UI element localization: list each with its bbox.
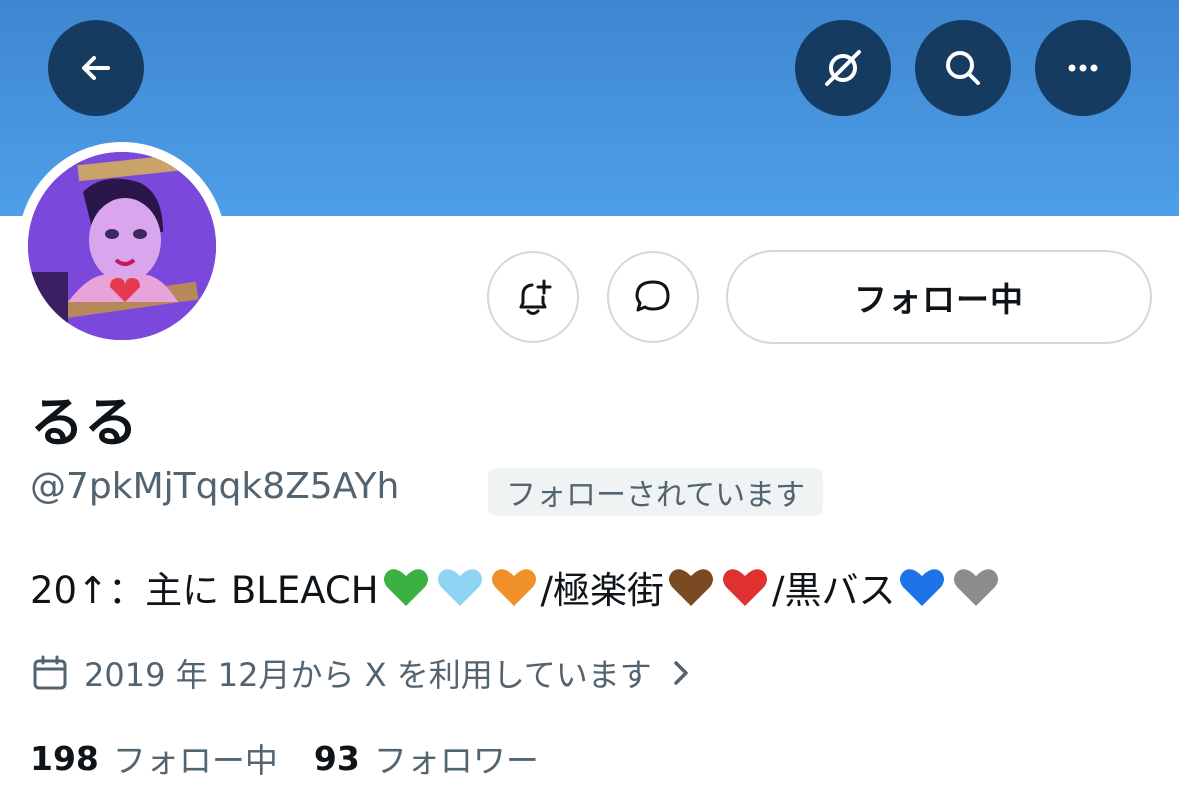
avatar-image (28, 152, 216, 340)
followers-stat[interactable]: 93 フォロワー (314, 734, 539, 782)
green-heart-icon (381, 562, 431, 612)
notify-button[interactable] (487, 251, 579, 343)
message-button[interactable] (607, 251, 699, 343)
search-icon (946, 51, 980, 85)
followers-count: 93 (313, 738, 360, 778)
bio-text-prefix: 20↑：主に BLEACH (30, 569, 379, 612)
avatar[interactable] (28, 152, 216, 340)
bio-text-mid-2: /黒バス (772, 569, 896, 612)
bio-text-mid-1: /極楽街 (540, 569, 665, 612)
blue-heart-icon (897, 562, 947, 612)
calendar-icon (33, 655, 67, 690)
orange-heart-icon (489, 562, 539, 612)
light-blue-heart-icon (435, 562, 485, 612)
display-name: るる (30, 391, 138, 454)
following-button[interactable]: フォロー中 (726, 250, 1152, 344)
more-button[interactable] (1035, 20, 1131, 116)
user-handle: @7pkMjTqqk8Z5AYh (30, 466, 400, 507)
grok-icon (825, 50, 861, 86)
red-heart-icon (720, 562, 770, 612)
profile-bio: 20↑：主に BLEACH /極楽街 /黒バス (30, 560, 1003, 614)
chevron-right-icon (674, 661, 688, 685)
following-count: 198 (30, 738, 99, 778)
back-button[interactable] (48, 20, 144, 116)
more-icon (1068, 64, 1098, 72)
following-stat[interactable]: 198 フォロー中 (30, 734, 278, 782)
joined-date-link[interactable]: 2019 年 12月から X を利用しています (30, 650, 696, 696)
follows-you-badge: フォローされています (488, 468, 824, 516)
search-button[interactable] (915, 20, 1011, 116)
follow-stats: 198 フォロー中 93 フォロワー (30, 734, 575, 782)
arrow-left-icon (82, 56, 110, 80)
following-label: フォロー中 (112, 741, 278, 780)
profile-page: フォロー中 るる @7pkMjTqqk8Z5AYh フォローされています 20↑… (0, 0, 1179, 803)
joined-text: 2019 年 12月から X を利用しています (84, 656, 652, 694)
chat-bubble-icon (635, 280, 670, 312)
grey-heart-icon (951, 562, 1001, 612)
grok-button[interactable] (795, 20, 891, 116)
brown-heart-icon (666, 562, 716, 612)
followers-label: フォロワー (373, 741, 539, 780)
bell-plus-icon (519, 279, 552, 315)
